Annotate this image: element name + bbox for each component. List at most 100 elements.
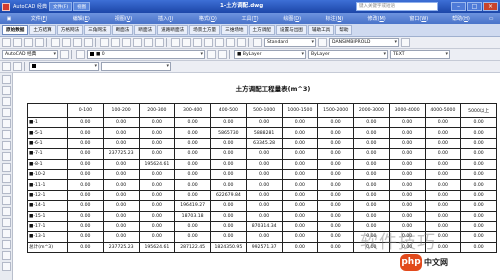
autocad-app-icon[interactable] <box>2 2 10 11</box>
color-select[interactable]: ■ ByLayer <box>234 50 306 59</box>
properties-icon[interactable] <box>171 38 180 47</box>
menu-window[interactable]: 窗口(W) <box>398 15 440 22</box>
construction-line-icon[interactable] <box>13 62 22 71</box>
menu-tools[interactable]: 工具(T) <box>229 15 271 22</box>
maximize-icon[interactable]: □ <box>467 2 482 11</box>
zoom-window-icon[interactable] <box>144 38 153 47</box>
circle-icon[interactable] <box>2 141 11 150</box>
ribbon-tab[interactable]: 原始数据 <box>2 25 29 35</box>
zoom-previous-icon[interactable] <box>155 38 164 47</box>
arc-icon[interactable] <box>2 130 11 139</box>
ribbon-tab[interactable]: 土方调配 <box>248 25 275 35</box>
ribbon-tab[interactable]: 断面法 <box>111 25 134 35</box>
menu-insert[interactable]: 插入(I) <box>145 15 187 22</box>
point-icon[interactable] <box>2 218 11 227</box>
menu-draw[interactable]: 绘图(D) <box>271 15 313 22</box>
sheet-set-icon[interactable] <box>204 38 213 47</box>
table-cell: 0.00 <box>67 179 104 191</box>
new-file-icon[interactable] <box>2 38 11 47</box>
layer-select[interactable]: ■ 0 <box>87 50 205 59</box>
table-cell: 0.00 <box>460 231 497 243</box>
row-label: ■-11-1 <box>27 179 68 191</box>
tool-palettes-icon[interactable] <box>193 38 202 47</box>
line-icon[interactable] <box>2 62 11 71</box>
hatch-icon[interactable] <box>2 229 11 238</box>
ribbon-tab[interactable]: 设置与出图 <box>275 25 307 35</box>
dim-style-select[interactable]: DANSIMBIPROLD <box>329 38 399 47</box>
save-icon[interactable] <box>24 38 33 47</box>
table-cell: 0.00 <box>281 200 319 212</box>
document-menu-icon[interactable]: ▣ <box>0 16 18 22</box>
design-center-icon[interactable] <box>182 38 191 47</box>
ellipse-arc-icon[interactable] <box>2 185 11 194</box>
menu-help[interactable]: 帮助(H) <box>440 15 482 22</box>
help-search-input[interactable]: 键入关键字或短语 <box>356 2 438 11</box>
dim-style-icon[interactable] <box>318 38 327 47</box>
lineweight-select[interactable]: TEXT <box>390 50 450 59</box>
column-header: 500-1000 <box>245 103 283 118</box>
menu-format[interactable]: 格式(O) <box>187 15 229 22</box>
pan-icon[interactable] <box>122 38 131 47</box>
ribbon-tab[interactable]: 方格网法 <box>56 25 84 35</box>
ribbon-tab[interactable]: 土方结算 <box>29 25 56 35</box>
revision-cloud-icon[interactable] <box>2 152 11 161</box>
spline-icon[interactable] <box>2 163 11 172</box>
plot-style-select[interactable] <box>101 62 171 71</box>
print-icon[interactable] <box>35 38 44 47</box>
menu-file[interactable]: 文件(F) <box>18 15 60 22</box>
linetype-select[interactable]: ByLayer <box>308 50 388 59</box>
layer-previous-icon[interactable] <box>218 50 227 59</box>
style-select[interactable] <box>29 62 99 71</box>
paste-icon[interactable] <box>73 38 82 47</box>
text-style-icon[interactable] <box>253 38 262 47</box>
ribbon-tab[interactable]: 帮助 <box>335 25 353 35</box>
make-current-layer-icon[interactable] <box>207 50 216 59</box>
ribbon-tab[interactable]: 辅助工具 <box>307 25 335 35</box>
workspace-select[interactable]: AutoCAD 经典 <box>2 50 58 59</box>
ribbon-tab[interactable]: 三角网法 <box>84 25 111 35</box>
copy-icon[interactable] <box>62 38 71 47</box>
table-icon[interactable] <box>2 262 11 271</box>
workspace-settings-icon[interactable] <box>60 50 69 59</box>
quick-access-view[interactable]: 视图 <box>73 2 91 11</box>
line-tool-icon[interactable] <box>2 75 11 84</box>
quick-access-file[interactable]: 文件(F) <box>49 2 73 11</box>
text-style-select[interactable]: Standard <box>264 38 316 47</box>
insert-block-icon[interactable] <box>2 196 11 205</box>
make-block-icon[interactable] <box>2 207 11 216</box>
ellipse-icon[interactable] <box>2 174 11 183</box>
table-style-icon[interactable] <box>401 38 410 47</box>
document-restore-icon[interactable]: ▭ <box>482 16 500 22</box>
calculator-icon[interactable] <box>226 38 235 47</box>
undo-icon[interactable] <box>100 38 109 47</box>
construction-line-tool-icon[interactable] <box>2 86 11 95</box>
zoom-realtime-icon[interactable] <box>133 38 142 47</box>
menu-view[interactable]: 视图(V) <box>102 15 144 22</box>
ribbon-tab[interactable]: 断面法 <box>134 25 157 35</box>
table-cell: 0.00 <box>460 200 497 212</box>
help-icon[interactable] <box>237 38 246 47</box>
match-properties-icon[interactable] <box>84 38 93 47</box>
open-file-icon[interactable] <box>13 38 22 47</box>
redo-icon[interactable] <box>111 38 120 47</box>
ribbon-tab[interactable]: 场景土方量 <box>189 25 221 35</box>
gradient-icon[interactable] <box>2 240 11 249</box>
rectangle-icon[interactable] <box>2 119 11 128</box>
polygon-icon[interactable] <box>2 108 11 117</box>
table-cell: 0.00 <box>388 168 426 181</box>
menu-dimension[interactable]: 标注(N) <box>313 15 355 22</box>
menu-edit[interactable]: 编辑(E) <box>60 15 102 22</box>
cut-icon[interactable] <box>51 38 60 47</box>
markup-icon[interactable] <box>215 38 224 47</box>
table-cell: 0.00 <box>460 220 497 233</box>
ribbon-tab[interactable]: 三维场地 <box>221 25 248 35</box>
menu-modify[interactable]: 修改(M) <box>356 15 398 22</box>
region-icon[interactable] <box>2 251 11 260</box>
close-icon[interactable]: × <box>483 2 498 11</box>
polyline-icon[interactable] <box>2 97 11 106</box>
table-cell: 0.00 <box>353 210 390 222</box>
table-cell: 0.00 <box>317 200 354 212</box>
minimize-icon[interactable]: – <box>451 2 466 11</box>
ribbon-tab[interactable]: 道路断面法 <box>157 25 189 35</box>
layer-properties-icon[interactable] <box>76 50 85 59</box>
